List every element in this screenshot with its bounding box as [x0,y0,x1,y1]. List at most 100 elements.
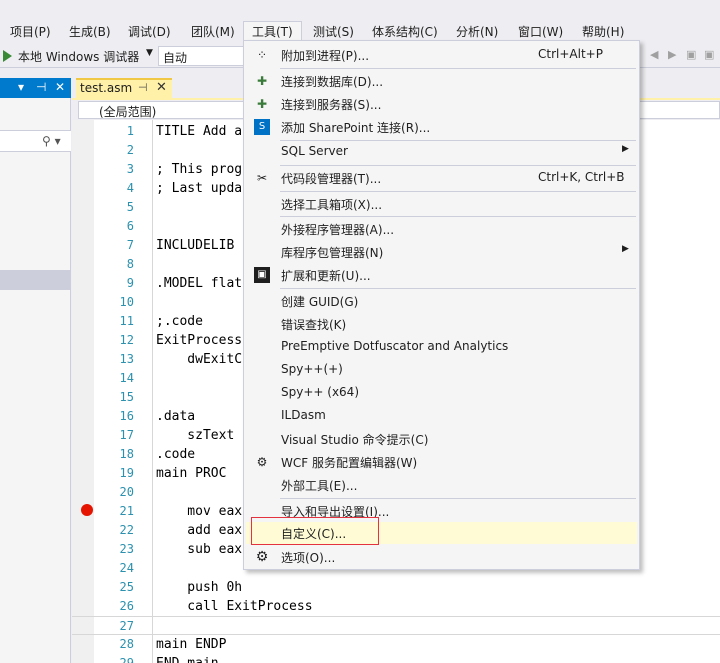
code-text[interactable]: ; This prog [156,160,242,179]
chevron-down-icon[interactable]: ▾ [18,80,24,94]
menu-analyze[interactable]: 分析(N) [455,22,499,42]
line-number: 22 [119,523,134,537]
menu-item-connect-database[interactable]: ✚ 连接到数据库(D)... [246,70,637,92]
debugger-button[interactable]: 本地 Windows 调试器 [18,48,139,65]
menu-item-external-tools[interactable]: 外部工具(E)... [246,474,637,496]
chevron-down-icon[interactable]: ▼ [146,48,153,58]
panel-search[interactable]: ⚲ ▾ [0,130,71,152]
menu-window[interactable]: 窗口(W) [517,22,564,42]
menu-help[interactable]: 帮助(H) [581,22,625,42]
code-line[interactable]: 25 push 0h [72,578,720,597]
pin-icon[interactable]: ⊣ [138,81,148,94]
menu-item-label: 连接到服务器(S)... [281,98,382,112]
menu-item-label: 外部工具(E)... [281,479,358,493]
code-text[interactable]: TITLE Add a [156,122,242,141]
line-number: 16 [119,409,134,423]
config-combo[interactable]: 自动 [158,46,250,66]
menu-item-choose-toolbox-items[interactable]: 选择工具箱项(X)... [246,193,637,215]
line-number: 28 [119,637,134,651]
line-number: 3 [126,162,134,176]
code-text[interactable]: add eax [156,521,242,540]
code-text[interactable]: dwExitC [156,350,242,369]
line-number: 15 [119,390,134,404]
code-line[interactable]: 27 [72,616,720,635]
menu-item-shortcut: Ctrl+Alt+P [538,47,603,61]
code-text[interactable]: mov eax [156,502,242,521]
code-text[interactable]: END main [156,654,219,663]
menu-team[interactable]: 团队(M) [190,22,236,42]
menu-project[interactable]: 项目(P) [9,22,52,42]
menu-item-vs-command-prompt[interactable]: Visual Studio 命令提示(C) [246,428,637,450]
menu-separator [280,68,636,69]
line-number: 5 [126,200,134,214]
selected-item[interactable] [0,270,71,290]
attach-process-icon: ⁘ [256,48,268,62]
menu-item-label: 扩展和更新(U)... [281,269,371,283]
code-text[interactable]: INCLUDELIB [156,236,242,255]
submenu-arrow-icon: ▶ [622,144,629,154]
menu-debug[interactable]: 调试(D) [127,22,172,42]
menu-item-label: WCF 服务配置编辑器(W) [281,456,418,470]
tab-test-asm[interactable]: test.asm ⊣ ✕ [76,78,172,98]
highlight-box [251,517,379,545]
code-text[interactable]: call ExitProcess [156,597,312,616]
code-text[interactable]: .code [156,445,195,464]
code-text[interactable]: szText [156,426,242,445]
tools-menu: ⁘ 附加到进程(P)... Ctrl+Alt+P ✚ 连接到数据库(D)... … [243,40,640,570]
close-icon[interactable]: ✕ [55,80,65,94]
menu-test[interactable]: 测试(S) [312,22,355,42]
menu-item-label: 附加到进程(P)... [281,49,370,63]
menu-item-label: 连接到数据库(D)... [281,75,384,89]
menu-item-wcf-editor[interactable]: ⚙ WCF 服务配置编辑器(W) [246,451,637,473]
menu-item-create-guid[interactable]: 创建 GUID(G) [246,290,637,312]
menu-item-attach-to-process[interactable]: ⁘ 附加到进程(P)... Ctrl+Alt+P [246,44,637,66]
solution-panel: ▾ ⊣ ✕ ⚲ ▾ [0,78,71,663]
extensions-icon: ▣ [254,267,270,283]
line-number: 26 [119,599,134,613]
menu-item-ildasm[interactable]: ILDasm [246,405,637,427]
menu-architecture[interactable]: 体系结构(C) [371,22,439,42]
code-line[interactable]: 29 END main [72,654,720,663]
menu-item-label: 添加 SharePoint 连接(R)... [281,121,431,135]
start-debugging-icon[interactable] [3,50,12,62]
toolbar-disabled-icon: ▣ [704,48,715,61]
menu-item-label: 选择工具箱项(X)... [281,198,383,212]
menu-item-label: 外接程序管理器(A)... [281,223,395,237]
menu-item-add-sharepoint[interactable]: S 添加 SharePoint 连接(R)... [246,116,637,138]
code-text[interactable]: sub eax [156,540,242,559]
code-text[interactable]: ; Last upda [156,179,242,198]
code-text[interactable]: ;.code [156,312,203,331]
code-text[interactable]: ExitProcess [156,331,242,350]
menu-item-options[interactable]: ⚙ 选项(O)... [246,546,637,568]
code-text[interactable]: main ENDP [156,635,226,654]
menu-separator [280,191,636,192]
code-text[interactable]: .data [156,407,195,426]
search-icon[interactable]: ⚲ ▾ [42,134,61,148]
menu-item-code-snippets[interactable]: ✂ 代码段管理器(T)... Ctrl+K, Ctrl+B [246,167,637,189]
menu-build[interactable]: 生成(B) [68,22,112,42]
line-number: 6 [126,219,134,233]
menu-item-spy-x64[interactable]: Spy++ (x64) [246,382,637,404]
menu-item-extensions[interactable]: ▣ 扩展和更新(U)... [246,264,637,286]
close-icon[interactable]: ✕ [156,80,167,95]
line-number: 11 [119,314,134,328]
menu-item-error-lookup[interactable]: 错误查找(K) [246,313,637,335]
menu-item-dotfuscator[interactable]: PreEmptive Dotfuscator and Analytics [246,336,637,358]
code-text[interactable]: push 0h [156,578,242,597]
code-text[interactable]: .MODEL flat [156,274,242,293]
menu-item-addin-manager[interactable]: 外接程序管理器(A)... [246,218,637,240]
menu-item-label: Visual Studio 命令提示(C) [281,433,429,447]
menu-separator [280,288,636,289]
code-line[interactable]: 28 main ENDP [72,635,720,654]
connect-server-icon: ✚ [256,97,268,111]
pin-icon[interactable]: ⊣ [36,80,46,94]
menu-item-connect-server[interactable]: ✚ 连接到服务器(S)... [246,93,637,115]
menu-item-spy[interactable]: Spy++(+) [246,359,637,381]
sharepoint-icon: S [254,119,270,135]
code-text[interactable]: main PROC [156,464,226,483]
code-line[interactable]: 26 call ExitProcess [72,597,720,616]
line-number: 23 [119,542,134,556]
line-number: 9 [126,276,134,290]
menu-item-package-manager[interactable]: 库程序包管理器(N) ▶ [246,241,637,263]
menu-item-sql-server[interactable]: SQL Server ▶ [246,141,637,163]
